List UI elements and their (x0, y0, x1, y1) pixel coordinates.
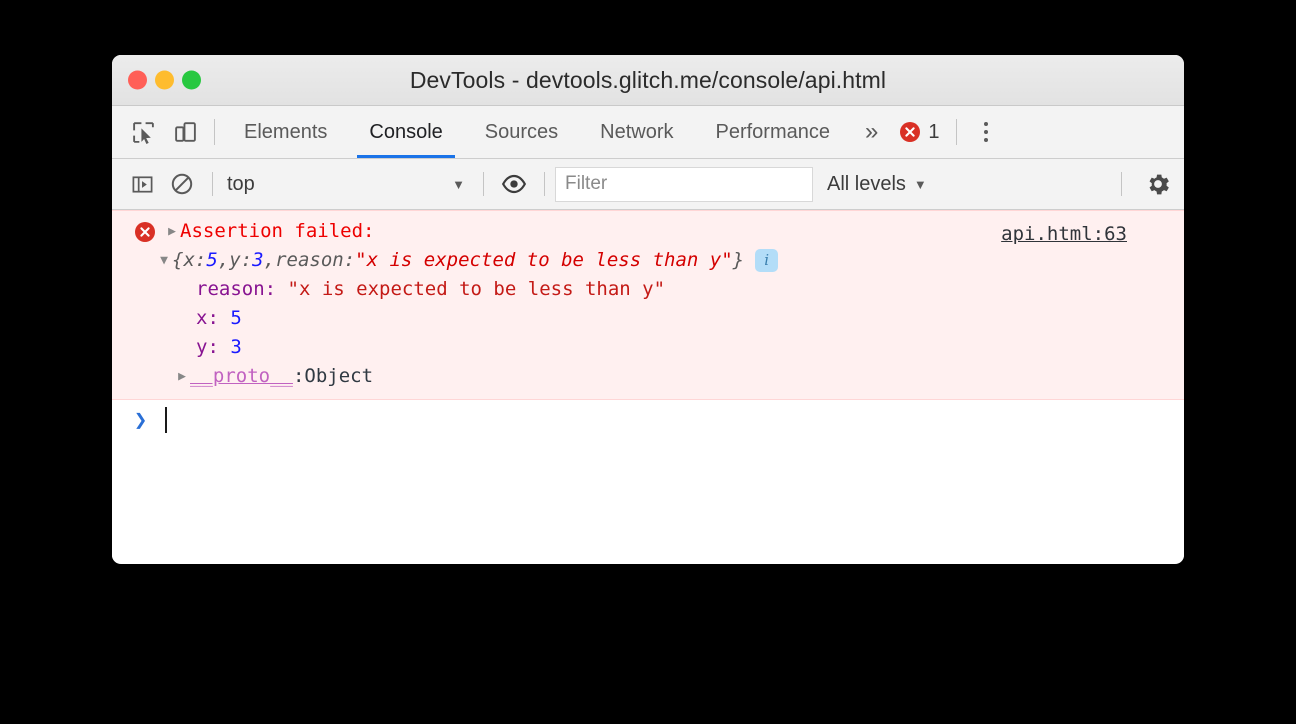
devtools-tabbar: Elements Console Sources Network Perform… (112, 106, 1184, 159)
execution-context-select[interactable]: top ▼ (223, 159, 473, 210)
preview-sep-y: : (240, 249, 253, 271)
toolbar-divider-4 (1121, 172, 1122, 196)
show-console-sidebar-icon[interactable] (122, 159, 162, 210)
zoom-button[interactable] (182, 70, 201, 90)
inspect-element-icon[interactable] (122, 106, 164, 158)
expand-stack-triangle[interactable]: ▶ (164, 217, 180, 246)
tabbar-divider-2 (956, 119, 958, 145)
live-expression-eye-icon[interactable] (494, 159, 534, 210)
window-title: DevTools - devtools.glitch.me/console/ap… (409, 66, 887, 93)
chevron-down-icon: ▼ (452, 176, 465, 192)
toolbar-divider-3 (544, 172, 545, 196)
property-value-reason: "x is expected to be less than y" (287, 278, 666, 300)
info-badge-icon[interactable]: i (755, 249, 779, 272)
preview-trail-y: , (263, 249, 276, 271)
preview-key-x: x (183, 249, 195, 271)
tab-elements[interactable]: Elements (223, 106, 348, 158)
property-key-y: y (196, 336, 208, 358)
preview-key-reason: reason (275, 249, 344, 271)
tab-sources[interactable]: Sources (464, 106, 579, 158)
source-location-link[interactable]: api.html:63 (1001, 220, 1127, 249)
error-circle-icon (900, 122, 921, 142)
object-property-row: x : 5 (112, 304, 1184, 333)
preview-value-reason: "x is expected to be less than y" (355, 249, 733, 271)
settings-gear-icon[interactable] (1132, 159, 1184, 210)
object-preview-row: ▼ { x : 5 , y : 3 , reason : "x is expec… (112, 246, 1184, 275)
assertion-message-row: ▶ Assertion failed: api.html:63 (112, 217, 1184, 246)
window-titlebar: DevTools - devtools.glitch.me/console/ap… (112, 55, 1184, 106)
toolbar-divider-1 (212, 172, 213, 196)
proto-value-label: Object (304, 365, 374, 387)
collapse-object-triangle[interactable]: ▼ (156, 246, 172, 275)
execution-context-value: top (227, 172, 255, 195)
tab-network[interactable]: Network (579, 106, 694, 158)
preview-open-brace: { (172, 249, 184, 271)
expand-proto-triangle[interactable]: ▶ (174, 362, 190, 391)
preview-close-brace: } (732, 249, 745, 271)
preview-sep-reason: : (343, 249, 356, 271)
tabbar-divider (214, 119, 215, 145)
error-count-badge[interactable]: 1 (892, 106, 948, 158)
console-message-error: ▶ Assertion failed: api.html:63 ▼ { x : … (112, 210, 1184, 400)
prompt-text-caret (165, 407, 168, 433)
console-output: ▶ Assertion failed: api.html:63 ▼ { x : … (112, 210, 1184, 563)
object-property-row: y : 3 (112, 333, 1184, 362)
property-key-x: x (196, 307, 208, 329)
property-colon-y: : (207, 336, 231, 358)
tab-performance[interactable]: Performance (695, 106, 852, 158)
close-button[interactable] (128, 70, 147, 90)
preview-trail-x: , (217, 249, 230, 271)
preview-sep-x: : (194, 249, 207, 271)
console-prompt-row[interactable]: ❯ (112, 400, 1184, 440)
clear-console-icon[interactable] (162, 159, 202, 210)
property-colon-reason: : (264, 278, 288, 300)
device-toolbar-icon[interactable] (164, 106, 206, 158)
tab-console[interactable]: Console (348, 106, 463, 158)
assertion-message-text: Assertion failed: (180, 220, 375, 242)
log-levels-select[interactable]: All levels ▼ (813, 173, 941, 196)
prompt-chevron-icon: ❯ (134, 407, 148, 433)
property-colon-x: : (207, 307, 231, 329)
window-controls (128, 70, 201, 90)
minimize-button[interactable] (155, 70, 174, 90)
property-value-y: 3 (230, 336, 242, 358)
log-levels-value: All levels (827, 172, 906, 195)
more-tabs-button[interactable]: » (851, 106, 892, 158)
preview-value-x: 5 (206, 249, 218, 271)
console-toolbar: top ▼ All levels ▼ (112, 159, 1184, 210)
object-property-row: reason : "x is expected to be less than … (112, 275, 1184, 304)
devtools-window: DevTools - devtools.glitch.me/console/ap… (112, 55, 1184, 564)
toolbar-divider-2 (483, 172, 484, 196)
error-count-label: 1 (928, 120, 940, 143)
proto-key-label[interactable]: __proto__ (190, 362, 293, 391)
property-key-reason: reason (196, 278, 265, 300)
more-vertical-icon[interactable] (965, 106, 1007, 158)
preview-value-y: 3 (252, 249, 264, 271)
chevron-down-icon-2: ▼ (913, 176, 927, 192)
proto-separator: : (292, 365, 305, 387)
preview-key-y: y (229, 249, 241, 271)
property-value-x: 5 (230, 307, 242, 329)
object-proto-row: ▶ __proto__ : Object (112, 362, 1184, 391)
filter-input[interactable] (555, 166, 813, 202)
error-circle-icon (135, 221, 155, 242)
